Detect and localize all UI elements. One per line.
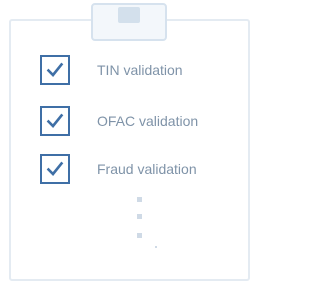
- checklist-clipboard-illustration: TIN validation OFAC validation Fraud val…: [0, 0, 259, 293]
- ellipsis-dot: [155, 246, 157, 248]
- ellipsis-dot: [137, 233, 142, 238]
- checkmark-icon: [46, 62, 64, 77]
- clipboard-clip-tab: [118, 7, 140, 23]
- checklist-item-label: TIN validation: [97, 62, 183, 78]
- ellipsis-dot: [137, 214, 142, 219]
- checkbox-checked-icon: [40, 154, 70, 184]
- checklist-item-tin: TIN validation: [40, 55, 240, 85]
- checkbox-checked-icon: [40, 55, 70, 85]
- checkmark-icon: [46, 113, 64, 128]
- checklist-item-label: Fraud validation: [97, 161, 197, 177]
- checkmark-icon: [46, 161, 64, 176]
- checklist-item-fraud: Fraud validation: [40, 154, 240, 184]
- checklist-item-label: OFAC validation: [97, 113, 199, 129]
- ellipsis-dot: [137, 197, 142, 202]
- checklist-item-ofac: OFAC validation: [40, 106, 240, 136]
- checkbox-checked-icon: [40, 106, 70, 136]
